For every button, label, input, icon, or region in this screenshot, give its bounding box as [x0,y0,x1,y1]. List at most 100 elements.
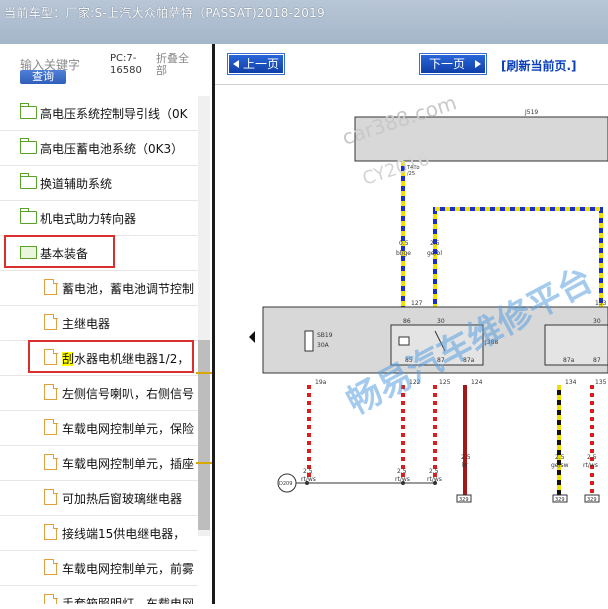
sb19-rating: 30A [317,342,330,349]
tree-folder[interactable]: 换道辅助系统 [0,166,198,201]
folder-label: 高电压系统控制导引线（0K [40,107,188,121]
doc-label: 刮水器电机继电器1/2， [62,350,192,367]
document-icon [44,488,58,505]
scroll-marker [196,462,212,464]
tree-folder[interactable]: 机电式助力转向器 [0,201,198,236]
arrow-right-icon [475,60,481,68]
pin-87-b: 87 [593,357,601,364]
tree-folder[interactable]: 高电压系统控制导引线（0K [0,96,198,131]
next-page-button[interactable]: 下一页 [420,54,486,74]
wire2-color: ge/bl [427,250,442,257]
folder-icon [19,103,37,119]
folder-open-icon [20,246,37,259]
tree-doc[interactable]: 蓄电池，蓄电池调节控制 [0,271,198,306]
conn-19a: 19a [315,379,327,386]
wiring-diagram: J519 T46b /25 0.5 bl/ge 2.5 ge/bl 127 13… [215,84,608,605]
document-icon [44,453,58,470]
folder-icon [19,173,37,189]
terminal-329-a-label: 329 [459,497,469,503]
document-icon [44,558,58,575]
title-bar: 当前车型：厂家:S-上汽大众帕萨特（PASSAT)2018-2019 [0,0,608,45]
next-page-label: 下一页 [429,57,466,71]
wire-f-color: rt/ws [583,462,598,469]
folder-icon [19,138,37,154]
document-icon [44,383,58,400]
scroll-marker [196,372,212,374]
tree-folder-open[interactable]: 基本装备 [0,235,198,271]
tree: 高电压系统控制导引线（0K 高电压蓄电池系统（0K3） 换道辅助系统 机电式助力… [0,96,198,604]
tree-doc[interactable]: 主继电器 [0,306,198,341]
sidebar: 输入关键字 查询 PC:7- 16580 折叠全部 高电压系统控制导引线（0K 高… [0,44,213,604]
document-icon [44,313,58,330]
title-label: 当前车型： [4,6,66,20]
doc-label: 车载电网控制单元，插座 [62,457,195,471]
conn-124: 124 [471,379,483,386]
query-button[interactable]: 查询 [20,70,66,84]
page-count-line2: 16580 [110,65,142,76]
doc-label-rest: 水器电机继电器1/2， [74,352,190,366]
folder-label: 高电压蓄电池系统（0K3） [40,142,184,156]
pin-87a-b: 87a [563,357,575,364]
terminal-329-b-label: 329 [555,497,565,503]
conn-134: 134 [565,379,577,386]
wire-f-size: 2.5 [587,454,597,461]
tree-doc-selected[interactable]: 刮水器电机继电器1/2， [0,340,198,376]
pin-86: 86 [403,318,411,325]
wire-e-size: 2.5 [555,454,565,461]
tree-scrollbar-thumb[interactable] [198,340,210,530]
arrow-left-icon [233,60,239,68]
junction-dot [401,481,405,485]
collapse-all-button[interactable]: 折叠全部 [156,53,189,77]
tree-doc[interactable]: 车载电网控制单元，插座 [0,446,198,481]
folder-label: 换道辅助系统 [40,177,113,191]
document-icon [44,418,58,435]
fuse-sb19 [304,330,314,352]
prev-page-button[interactable]: 上一页 [228,54,284,74]
wire-c-size: 2.5 [429,468,439,475]
tree-doc[interactable]: 可加热后窗玻璃继电器 [0,481,198,516]
wire-rt-ws-c [433,385,437,481]
refresh-link[interactable]: [刷新当前页.] [501,57,577,74]
wire-rt-ws-a [307,385,311,481]
wire2-size: 2.5 [430,240,440,247]
tree-doc[interactable]: 车载电网控制单元，保险 [0,411,198,446]
scroll-left-icon[interactable] [249,331,255,343]
pin-127: 127 [411,300,423,307]
wire-rt-ws-f [590,385,594,495]
folder-label: 机电式助力转向器 [40,212,137,226]
doc-label: 手套箱照明灯，车载电网 [62,597,195,604]
doc-label: 车载电网控制单元，前雾 [62,562,195,576]
conn-125: 125 [439,379,451,386]
wire-d-size: 2.5 [461,454,471,461]
terminal-329-c-label: 329 [587,497,597,503]
page-count-line1: PC:7- [110,53,137,64]
wire-b-size: 2.5 [397,468,407,475]
viewer: 上一页 下一页 [刷新当前页.] J519 T46b /25 0.5 bl/ge… [215,44,608,605]
page-count: PC:7- 16580 [110,53,142,77]
collapse-all-line2: 部 [156,64,167,77]
folder-icon [19,208,37,224]
tree-doc[interactable]: 左侧信号喇叭，右侧信号 [0,376,198,411]
pin-30: 30 [437,318,445,325]
wire-e-color: ge/sw [551,462,569,469]
tree-doc[interactable]: 接线端15供电继电器， [0,516,198,551]
pin-133: 133 [595,300,607,307]
doc-label: 蓄电池，蓄电池调节控制 [62,282,195,296]
wire-a-size: 2.5 [303,468,313,475]
j519-label: J519 [524,109,538,116]
wiring-diagram-svg: J519 T46b /25 0.5 bl/ge 2.5 ge/bl 127 13… [249,90,608,503]
prev-page-label: 上一页 [243,57,280,71]
sb19-label: SB19 [317,332,333,339]
ground-label: D209 [279,481,292,487]
document-icon [44,523,58,540]
title-vehicle: 厂家:S-上汽大众帕萨特（PASSAT)2018-2019 [65,6,326,20]
tree-doc[interactable]: 手套箱照明灯，车载电网 [0,586,198,604]
pin-30-b: 30 [593,318,601,325]
search-panel: 输入关键字 查询 PC:7- 16580 折叠全部 [0,44,212,94]
folder-label: 基本装备 [40,247,89,261]
doc-label: 主继电器 [62,317,111,331]
document-icon [44,593,58,604]
tree-folder[interactable]: 高电压蓄电池系统（0K3） [0,131,198,166]
tree-doc[interactable]: 车载电网控制单元，前雾 [0,551,198,586]
viewer-toolbar: 上一页 下一页 [刷新当前页.] [215,44,608,84]
